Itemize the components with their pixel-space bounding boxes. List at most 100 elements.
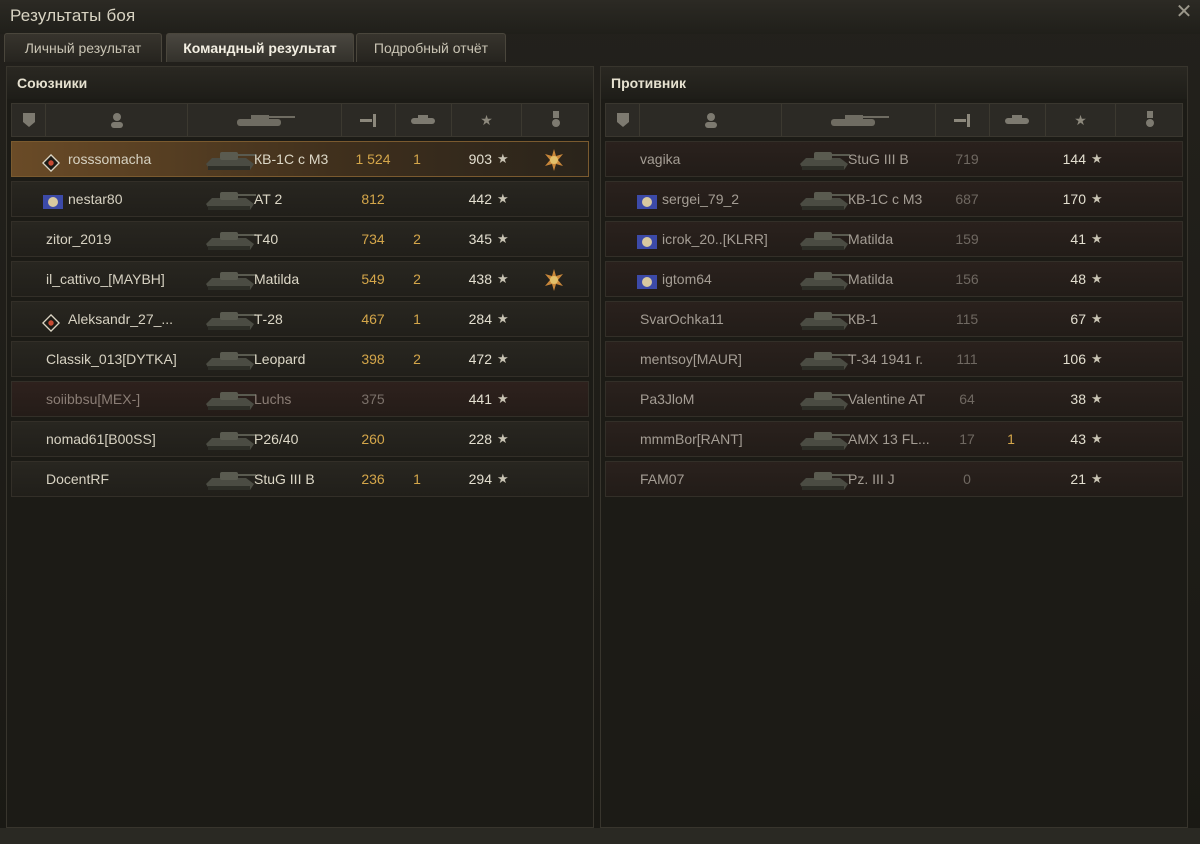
tank-icon [796,344,852,374]
tank-icon [796,184,852,214]
player-name-text: zitor_2019 [46,231,112,247]
damage-value: 17 [959,431,975,447]
medal-icon [542,148,566,172]
enemy-row[interactable]: vagika StuG III B 719 144 ★ [605,141,1183,177]
xp-star-icon: ★ [1091,191,1103,206]
enemy-row[interactable]: mentsoy[MAUR] Т-34 1941 г. 111 106 ★ [605,341,1183,377]
enemy-row[interactable]: sergei_79_2 КВ-1С с М3 687 170 ★ [605,181,1183,217]
ally-row[interactable]: rosssomacha КВ-1С с М3 1 524 1 903 ★ [11,141,589,177]
tank-name: P26/40 [254,431,299,447]
xp-value: 228 [468,431,492,447]
damage-value: 260 [361,431,385,447]
tank-icon [202,344,258,374]
tank-icon [796,424,852,454]
xp-star-icon: ★ [497,271,509,286]
kills-column-icon[interactable] [396,104,452,136]
tank-icon [202,264,258,294]
enemy-row[interactable]: FAM07 Pz. III J 0 21 ★ [605,461,1183,497]
tank-name: КВ-1С с М3 [254,151,329,167]
kills-value [400,422,434,456]
close-icon[interactable]: ✕ [1174,2,1194,22]
player-name: soiibbsu[MEX-] [46,382,206,416]
player-name: icrok_20..[KLRR] [636,222,796,256]
ally-row[interactable]: soiibbsu[MEX-] Luchs 375 441 ★ [11,381,589,417]
damage-column-icon[interactable] [936,104,990,136]
xp-star-icon: ★ [497,391,509,406]
xp-column-icon[interactable]: ★ [452,104,522,136]
ally-row[interactable]: DocentRF StuG III B 236 1 294 ★ [11,461,589,497]
damage-value: 64 [959,391,975,407]
tank-name: Pz. III J [848,471,895,487]
damage-value: 687 [955,191,979,207]
kills-value [994,342,1028,376]
tank-name: Luchs [254,391,292,407]
damage-value: 467 [361,311,385,327]
xp-value: 903 [468,151,492,167]
player-name-text: soiibbsu[MEX-] [46,391,141,407]
allies-column-header: ★ [11,103,589,137]
tank-icon [202,424,258,454]
ally-row[interactable]: il_cattivo_[MAYBH] Matilda 549 2 438 ★ [11,261,589,297]
xp-value: 472 [468,351,492,367]
player-column-icon[interactable] [46,104,188,136]
tab-team-result[interactable]: Командный результат [166,33,354,62]
kills-value: 1 [413,311,421,327]
enemy-row[interactable]: icrok_20..[KLRR] Matilda 159 41 ★ [605,221,1183,257]
tank-icon [202,304,258,334]
enemies-title: Противник [601,67,1187,99]
player-name: mmmBor[RANT] [640,422,800,456]
tank-column-icon[interactable] [188,104,342,136]
tank-icon [796,264,852,294]
damage-value: 0 [963,471,971,487]
player-name: nestar80 [42,182,202,216]
medal-icon [542,268,566,292]
platoon-column-icon[interactable] [606,104,640,136]
allies-list: rosssomacha КВ-1С с М3 1 524 1 903 ★ nestar80 A… [11,141,589,501]
tank-icon [796,304,852,334]
xp-value: 38 [1070,391,1086,407]
platoon-column-icon[interactable] [12,104,46,136]
medal-column-icon[interactable] [1116,104,1184,136]
xp-star-icon: ★ [1091,351,1103,366]
tank-icon [796,144,852,174]
player-name: rosssomacha [41,142,202,176]
kills-value [994,142,1028,176]
tab-personal-result[interactable]: Личный результат [4,33,162,62]
tank-icon [796,384,852,414]
clan-badge-icon [636,270,657,290]
player-name-text: sergei_79_2 [662,191,740,207]
xp-value: 442 [468,191,492,207]
player-name-text: rosssomacha [68,151,152,167]
allies-title: Союзники [7,67,593,99]
player-name: zitor_2019 [46,222,206,256]
tab-detailed-report[interactable]: Подробный отчёт [356,33,506,62]
enemy-row[interactable]: mmmBor[RANT] AMX 13 FL... 17 1 43 ★ [605,421,1183,457]
enemy-row[interactable]: SvarOchka11 КВ-1 115 67 ★ [605,301,1183,337]
tank-column-icon[interactable] [782,104,936,136]
enemy-row[interactable]: Pa3JloM Valentine AT 64 38 ★ [605,381,1183,417]
tank-name: КВ-1С с М3 [848,191,923,207]
ally-row[interactable]: nestar80 AT 2 812 442 ★ [11,181,589,217]
ally-row[interactable]: nomad61[B00SS] P26/40 260 228 ★ [11,421,589,457]
xp-value: 294 [468,471,492,487]
player-name: Classik_013[DYTKA] [46,342,206,376]
kills-value: 1 [413,151,421,167]
ally-row[interactable]: Classik_013[DYTKA] Leopard 398 2 472 ★ [11,341,589,377]
kills-value [994,302,1028,336]
player-name-text: il_cattivo_[MAYBH] [46,271,165,287]
kills-value [400,182,434,216]
ally-row[interactable]: Aleksandr_27_... Т-28 467 1 284 ★ [11,301,589,337]
player-column-icon[interactable] [640,104,782,136]
xp-column-icon[interactable]: ★ [1046,104,1116,136]
kills-column-icon[interactable] [990,104,1046,136]
damage-value: 111 [956,351,978,367]
ally-row[interactable]: zitor_2019 T40 734 2 345 ★ [11,221,589,257]
medal-column-icon[interactable] [522,104,590,136]
xp-value: 67 [1070,311,1086,327]
kills-value: 2 [413,271,421,287]
tank-name: Т-34 1941 г. [848,351,923,367]
enemy-row[interactable]: igtom64 Matilda 156 48 ★ [605,261,1183,297]
clan-badge-icon [636,230,657,250]
damage-column-icon[interactable] [342,104,396,136]
xp-value: 41 [1070,231,1086,247]
